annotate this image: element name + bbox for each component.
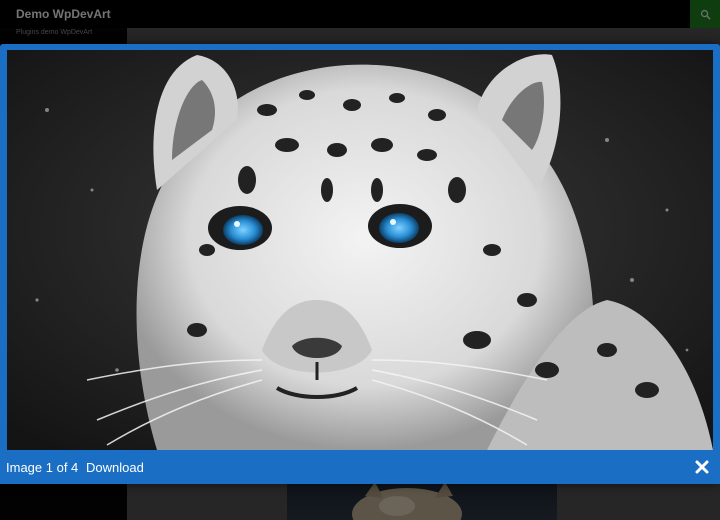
lightbox-caption-bar: Image 1 of 4 Download: [0, 450, 720, 484]
download-link[interactable]: Download: [86, 460, 144, 475]
page: Demo WpDevArt Plugins demo WpDevArt: [0, 0, 720, 520]
image-counter: Image 1 of 4: [6, 460, 79, 475]
lightbox: Image 1 of 4 Download: [0, 44, 720, 484]
snow-leopard-image: [7, 50, 713, 450]
close-icon: [695, 460, 709, 474]
close-button[interactable]: [694, 459, 710, 475]
lightbox-image[interactable]: [7, 50, 713, 450]
